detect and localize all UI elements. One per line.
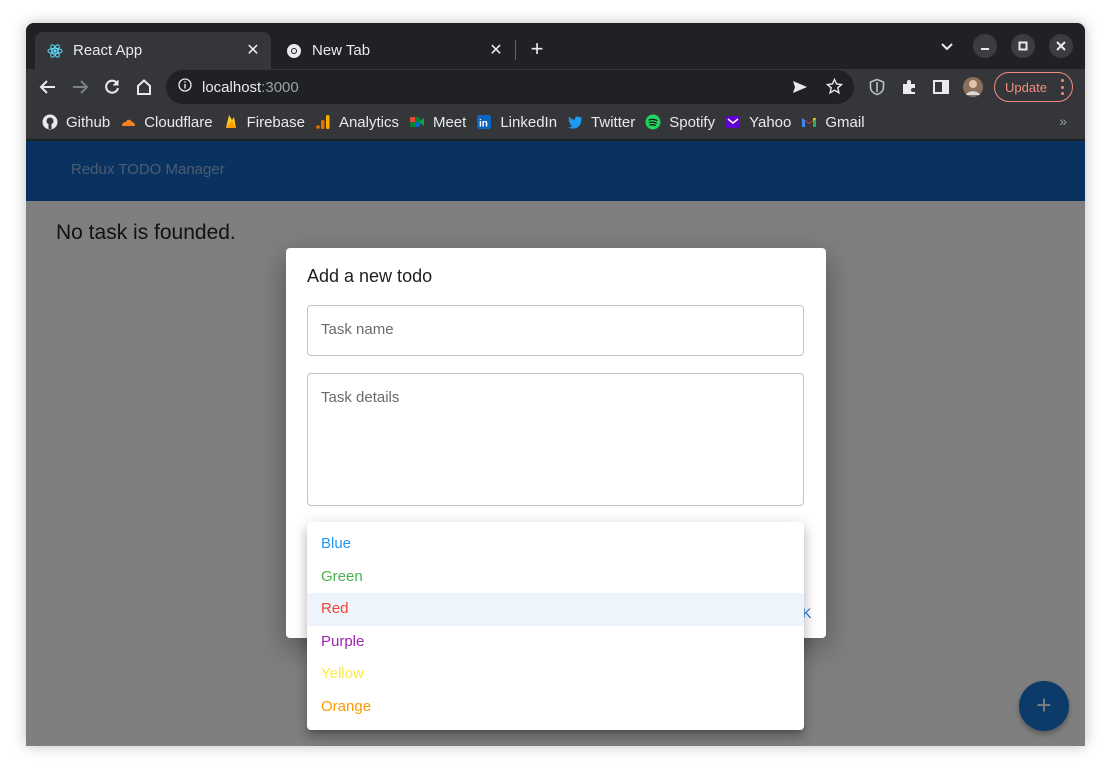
task-name-placeholder: Task name (321, 321, 394, 338)
tab-strip: React App ✕ New Tab ✕ + (26, 23, 1085, 69)
bookmark-label: Meet (432, 113, 467, 131)
color-option-purple[interactable]: Purple (307, 626, 804, 659)
yahoo-icon (725, 114, 741, 130)
tab-separator (515, 40, 516, 60)
color-option-red[interactable]: Red (307, 593, 804, 626)
bookmark-analytics[interactable]: Analytics (313, 108, 407, 136)
color-option-orange[interactable]: Orange (307, 691, 804, 724)
linkedin-icon: in (476, 114, 492, 130)
tab-title: React App (73, 42, 143, 59)
bookmark-star-icon[interactable] (825, 77, 844, 100)
task-details-textarea[interactable]: Task details (307, 373, 804, 506)
bookmark-label: Spotify (669, 113, 716, 131)
bookmark-firebase[interactable]: Firebase (221, 108, 313, 136)
tab-title: New Tab (312, 42, 371, 59)
color-option-yellow[interactable]: Yellow (307, 658, 804, 691)
bookmark-github[interactable]: Github (40, 108, 118, 136)
forward-icon[interactable] (66, 73, 94, 101)
send-icon[interactable] (792, 79, 808, 100)
react-icon (47, 43, 63, 59)
bookmark-gmail[interactable]: Gmail (799, 108, 872, 136)
spotify-icon (645, 114, 661, 130)
minimize-icon[interactable] (973, 34, 997, 58)
maximize-icon[interactable] (1011, 34, 1035, 58)
analytics-icon (315, 114, 331, 130)
tab-react-app[interactable]: React App ✕ (35, 32, 271, 69)
task-details-placeholder: Task details (321, 389, 400, 406)
bookmark-label: Yahoo (749, 113, 792, 131)
bookmark-label: Twitter (591, 113, 636, 131)
bookmark-label: Cloudflare (144, 113, 213, 131)
bookmark-label: Firebase (246, 113, 305, 131)
reload-icon[interactable] (98, 73, 126, 101)
firebase-icon (223, 114, 239, 130)
color-option-blue[interactable]: Blue (307, 528, 804, 561)
side-panel-icon[interactable] (927, 73, 955, 101)
bookmarks-bar: Github Cloudflare Firebase Analytics Mee… (26, 105, 1085, 140)
bookmark-label: Github (66, 113, 111, 131)
bookmark-label: LinkedIn (500, 113, 558, 131)
bookmark-spotify[interactable]: Spotify (643, 108, 723, 136)
bookmark-label: Analytics (338, 113, 399, 131)
url-host: localhost (202, 78, 262, 96)
back-icon[interactable] (34, 73, 62, 101)
github-icon (42, 114, 58, 130)
url-text: localhost:3000 (202, 79, 299, 96)
twitter-icon (567, 114, 583, 130)
tab-new-tab[interactable]: New Tab ✕ (274, 32, 514, 69)
bookmark-yahoo[interactable]: Yahoo (723, 108, 799, 136)
window-close-icon[interactable] (1049, 34, 1073, 58)
url-port: :3000 (261, 78, 299, 96)
close-icon[interactable]: ✕ (488, 42, 504, 59)
task-name-input[interactable]: Task name (307, 305, 804, 356)
new-tab-button[interactable]: + (523, 36, 551, 64)
extensions-icon[interactable] (895, 73, 923, 101)
bookmark-cloudflare[interactable]: Cloudflare (118, 108, 220, 136)
page-viewport: Redux TODO Manager No task is founded. +… (26, 141, 1085, 746)
home-icon[interactable] (130, 73, 158, 101)
bookmark-linkedin[interactable]: in LinkedIn (474, 108, 565, 136)
meet-icon (409, 114, 425, 130)
bookmark-meet[interactable]: Meet (407, 108, 474, 136)
address-bar[interactable]: localhost:3000 (166, 70, 854, 104)
bookmark-label: Gmail (825, 113, 865, 131)
svg-text:in: in (479, 119, 488, 130)
shield-icon[interactable] (863, 73, 891, 101)
cloudflare-icon (120, 114, 136, 130)
close-icon[interactable]: ✕ (245, 42, 261, 59)
color-option-green[interactable]: Green (307, 561, 804, 594)
dialog-title: Add a new todo (307, 266, 433, 286)
browser-window: React App ✕ New Tab ✕ + localhost:3000 U… (26, 23, 1085, 746)
chrome-icon (286, 43, 302, 59)
tab-search-icon[interactable] (935, 34, 959, 58)
avatar[interactable] (959, 73, 987, 101)
bookmark-twitter[interactable]: Twitter (565, 108, 643, 136)
color-select-menu: Blue Green Red Purple Yellow Orange (307, 522, 804, 730)
bookmarks-more-icon[interactable]: » (1059, 113, 1067, 129)
update-label: Update (1005, 79, 1047, 95)
update-button[interactable]: Update (994, 72, 1073, 102)
menu-dots-icon (1060, 79, 1064, 95)
info-icon[interactable] (178, 77, 192, 97)
browser-toolbar: localhost:3000 Update (26, 69, 1085, 105)
gmail-icon (801, 114, 817, 130)
